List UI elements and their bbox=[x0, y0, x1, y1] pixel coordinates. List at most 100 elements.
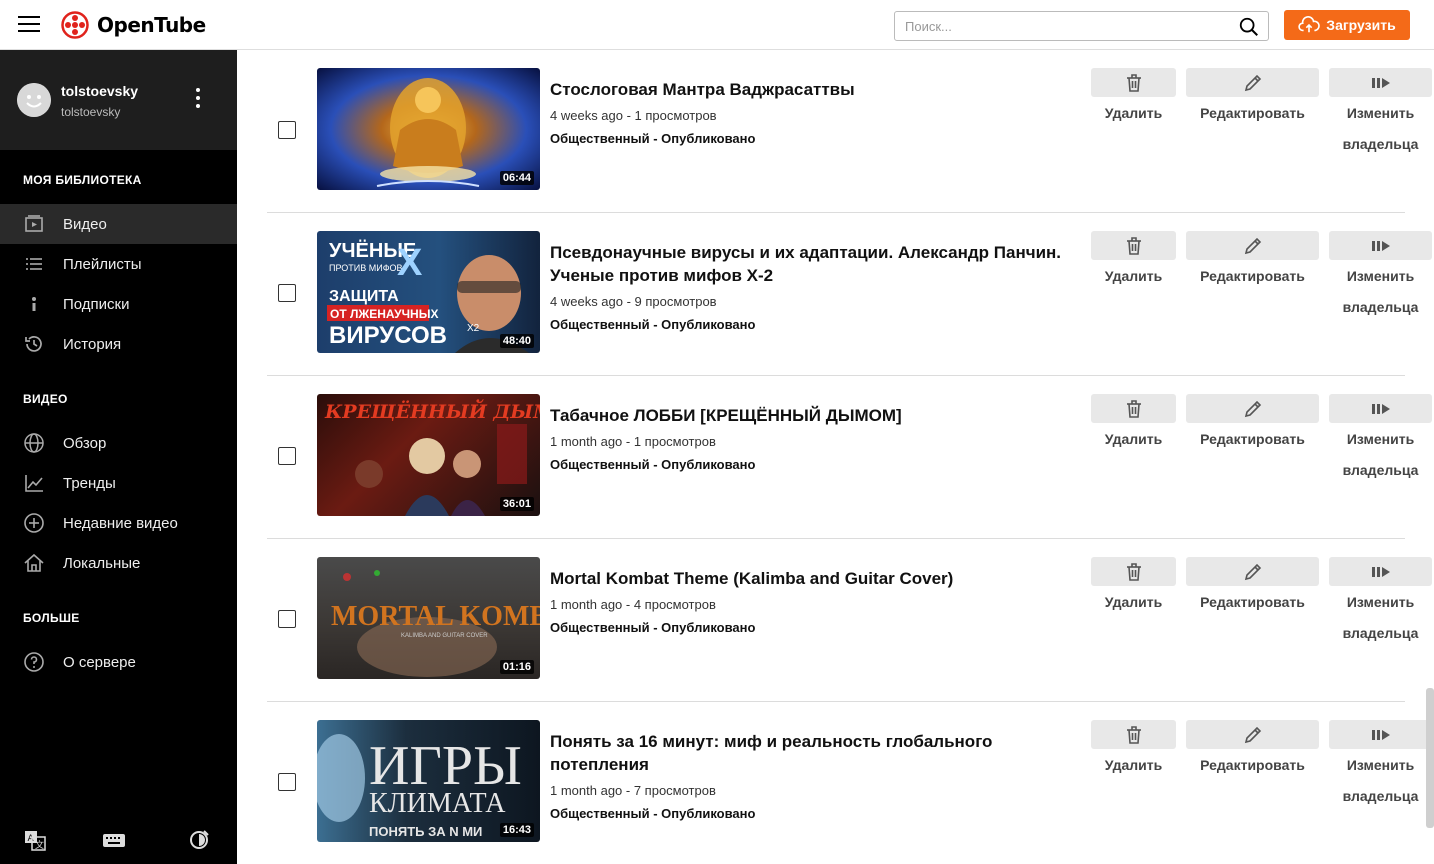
edit-label: Редактировать bbox=[1200, 105, 1305, 121]
change-owner-label-2: владельца bbox=[1342, 136, 1419, 152]
video-title[interactable]: Псевдонаучные вирусы и их адаптации. Але… bbox=[550, 241, 1070, 287]
pencil-icon bbox=[1244, 726, 1261, 743]
sidebar-item-label: Обзор bbox=[63, 434, 107, 452]
search-icon[interactable] bbox=[1238, 16, 1260, 38]
video-thumbnail[interactable]: 06:44 bbox=[317, 68, 540, 190]
video-thumbnail[interactable]: КРЕЩЁННЫЙ ДЫМОМ 36:01 bbox=[317, 394, 540, 516]
history-icon bbox=[23, 333, 45, 355]
theme-icon[interactable] bbox=[187, 828, 211, 852]
sidebar-item-subscriptions[interactable]: Подписки bbox=[0, 284, 237, 324]
library-section-title: МОЯ БИБЛИОТЕКА bbox=[23, 173, 142, 187]
scrollbar[interactable] bbox=[1426, 688, 1434, 828]
change-owner-button[interactable]: Изменить владельца bbox=[1329, 557, 1432, 648]
sidebar-item-recent[interactable]: Недавние видео bbox=[0, 503, 237, 543]
sidebar-item-local[interactable]: Локальные bbox=[0, 543, 237, 583]
change-owner-label-1: Изменить bbox=[1346, 431, 1415, 447]
sidebar-item-label: Недавние видео bbox=[63, 514, 178, 532]
sidebar-item-discover[interactable]: Обзор bbox=[0, 423, 237, 463]
edit-button[interactable]: Редактировать bbox=[1186, 394, 1319, 454]
search-box bbox=[894, 11, 1269, 41]
language-icon[interactable]: A 文 bbox=[23, 828, 47, 852]
trash-icon bbox=[1126, 73, 1141, 92]
video-meta: 4 weeks ago - 1 просмотров bbox=[550, 108, 717, 123]
search-input[interactable] bbox=[895, 12, 1215, 40]
select-checkbox[interactable] bbox=[278, 447, 296, 465]
edit-label: Редактировать bbox=[1200, 268, 1305, 284]
edit-label: Редактировать bbox=[1200, 431, 1305, 447]
menu-icon[interactable] bbox=[18, 16, 40, 34]
more-options-icon[interactable] bbox=[190, 88, 206, 112]
video-status: Общественный - Опубликовано bbox=[550, 620, 756, 635]
user-box: tolstoevsky tolstoevsky bbox=[0, 50, 237, 150]
video-title[interactable]: Понять за 16 минут: миф и реальность гло… bbox=[550, 730, 1070, 776]
edit-label: Редактировать bbox=[1200, 594, 1305, 610]
edit-button[interactable]: Редактировать bbox=[1186, 720, 1319, 780]
sidebar-item-videos[interactable]: Видео bbox=[0, 204, 237, 244]
help-icon bbox=[23, 651, 45, 673]
change-owner-label-2: владельца bbox=[1342, 299, 1419, 315]
sidebar-footer: A 文 bbox=[0, 822, 237, 858]
delete-button[interactable]: Удалить bbox=[1091, 394, 1176, 454]
user-name[interactable]: tolstoevsky bbox=[61, 83, 138, 99]
sidebar-item-about[interactable]: О сервере bbox=[0, 642, 237, 682]
edit-label: Редактировать bbox=[1200, 757, 1305, 773]
thumb-text: КЛИМАТА bbox=[369, 788, 506, 819]
table-row: ИГРЫ КЛИМАТА ПОНЯТЬ ЗА N МИ 16:43 Понять… bbox=[267, 702, 1432, 864]
pencil-icon bbox=[1244, 400, 1261, 417]
select-checkbox[interactable] bbox=[278, 121, 296, 139]
video-title[interactable]: Mortal Kombat Theme (Kalimba and Guitar … bbox=[550, 567, 1070, 590]
thumb-text: ПРОТИВ МИФОВ bbox=[329, 263, 403, 273]
table-row: КРЕЩЁННЫЙ ДЫМОМ 36:01 Табачное ЛОББИ [КР… bbox=[267, 376, 1432, 539]
change-owner-button[interactable]: Изменить владельца bbox=[1329, 231, 1432, 322]
delete-button[interactable]: Удалить bbox=[1091, 720, 1176, 780]
video-title[interactable]: Табачное ЛОББИ [КРЕЩЁННЫЙ ДЫМОМ] bbox=[550, 404, 1070, 427]
edit-button[interactable]: Редактировать bbox=[1186, 557, 1319, 617]
pencil-icon bbox=[1244, 74, 1261, 91]
avatar[interactable] bbox=[17, 83, 51, 117]
pencil-icon bbox=[1244, 237, 1261, 254]
edit-button[interactable]: Редактировать bbox=[1186, 68, 1319, 128]
svg-text:A: A bbox=[28, 834, 35, 844]
select-checkbox[interactable] bbox=[278, 610, 296, 628]
change-owner-button[interactable]: Изменить владельца bbox=[1329, 68, 1432, 159]
delete-button[interactable]: Удалить bbox=[1091, 231, 1176, 291]
video-section-title: ВИДЕО bbox=[23, 392, 68, 406]
select-checkbox[interactable] bbox=[278, 284, 296, 302]
select-checkbox[interactable] bbox=[278, 773, 296, 791]
thumb-text: КРЕЩЁННЫЙ ДЫМОМ bbox=[324, 399, 540, 423]
sidebar-item-trending[interactable]: Тренды bbox=[0, 463, 237, 503]
video-thumbnail[interactable]: ИГРЫ КЛИМАТА ПОНЯТЬ ЗА N МИ 16:43 bbox=[317, 720, 540, 842]
svg-text:文: 文 bbox=[35, 839, 44, 851]
change-owner-label-2: владельца bbox=[1342, 462, 1419, 478]
thumb-text: X bbox=[397, 242, 423, 284]
top-bar: OpenTube Загрузить bbox=[0, 0, 1434, 50]
pencil-icon bbox=[1244, 563, 1261, 580]
logo-text: OpenTube bbox=[97, 13, 206, 37]
video-status: Общественный - Опубликовано bbox=[550, 806, 756, 821]
delete-button[interactable]: Удалить bbox=[1091, 68, 1176, 128]
user-handle: tolstoevsky bbox=[61, 105, 121, 119]
sidebar-item-label: О сервере bbox=[63, 653, 136, 671]
keyboard-icon[interactable] bbox=[102, 828, 126, 852]
delete-label: Удалить bbox=[1104, 594, 1163, 610]
upload-button[interactable]: Загрузить bbox=[1284, 10, 1410, 40]
edit-button[interactable]: Редактировать bbox=[1186, 231, 1319, 291]
subscriptions-icon bbox=[23, 293, 45, 315]
transfer-icon bbox=[1371, 77, 1390, 88]
change-owner-button[interactable]: Изменить владельца bbox=[1329, 720, 1432, 811]
transfer-icon bbox=[1371, 729, 1390, 740]
change-owner-button[interactable]: Изменить владельца bbox=[1329, 394, 1432, 485]
video-thumbnail[interactable]: УЧЁНЫЕ ПРОТИВ МИФОВ X ЗАЩИТА ОТ ЛЖЕНАУЧН… bbox=[317, 231, 540, 353]
sidebar-item-history[interactable]: История bbox=[0, 324, 237, 364]
sidebar-item-playlists[interactable]: Плейлисты bbox=[0, 244, 237, 284]
cloud-upload-icon bbox=[1298, 16, 1321, 33]
video-title[interactable]: Стослоговая Мантра Ваджрасаттвы bbox=[550, 78, 1070, 101]
plus-circle-icon bbox=[23, 512, 45, 534]
video-thumbnail[interactable]: MORTAL KOMBAT KALIMBA AND GUITAR COVER 0… bbox=[317, 557, 540, 679]
avatar-face-icon bbox=[17, 83, 51, 117]
delete-button[interactable]: Удалить bbox=[1091, 557, 1176, 617]
thumb-text: ПОНЯТЬ ЗА N МИ bbox=[369, 824, 482, 839]
logo[interactable]: OpenTube bbox=[61, 11, 206, 39]
video-status: Общественный - Опубликовано bbox=[550, 317, 756, 332]
change-owner-label-2: владельца bbox=[1342, 625, 1419, 641]
